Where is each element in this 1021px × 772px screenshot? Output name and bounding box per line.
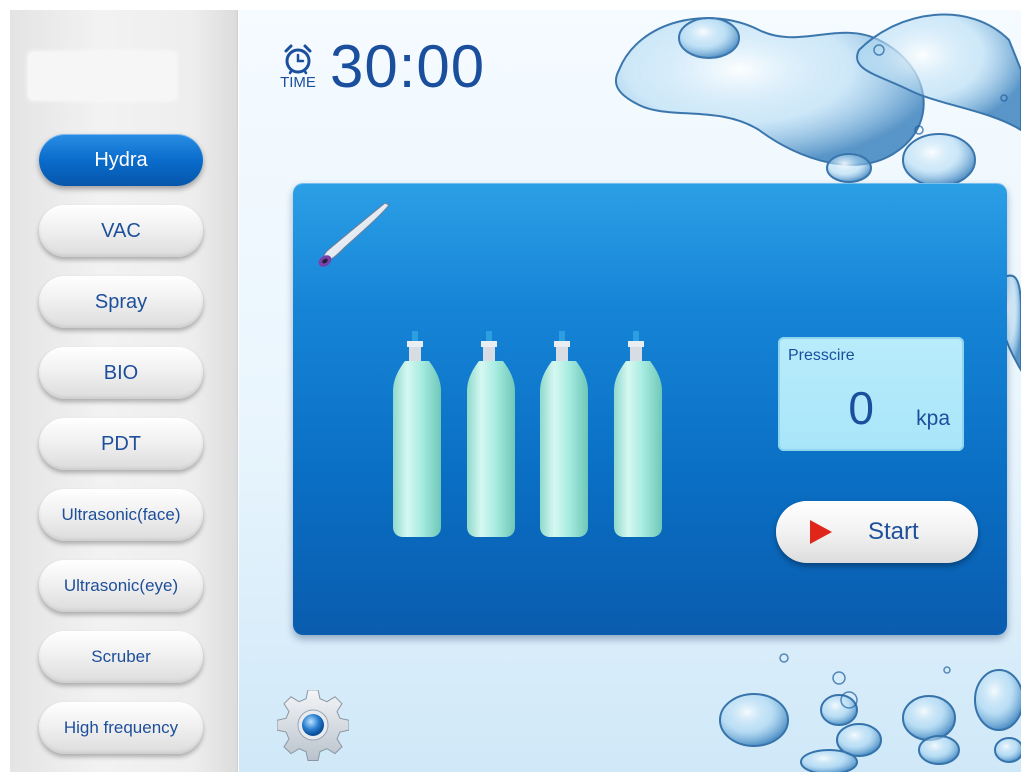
- main-area: TIME 30:00 Presscire 0 kpa Start: [239, 10, 1021, 772]
- solution-bottles: [393, 331, 662, 537]
- app-window: Hydra VAC Spray BIO PDT Ultrasonic(face)…: [10, 10, 1021, 772]
- bottle: [540, 331, 588, 537]
- logo-area: [28, 52, 176, 100]
- mode-button-ultrasonic-face[interactable]: Ultrasonic(face): [39, 489, 203, 541]
- pressure-unit: kpa: [916, 407, 950, 430]
- mode-button-scruber[interactable]: Scruber: [39, 631, 203, 683]
- mode-button-vac[interactable]: VAC: [39, 205, 203, 257]
- mode-button-bio[interactable]: BIO: [39, 347, 203, 399]
- timer-value: 30:00: [330, 33, 486, 100]
- play-icon: [810, 520, 832, 544]
- bottle: [614, 331, 662, 537]
- time-label: TIME: [280, 74, 316, 91]
- pressure-label: Presscire: [788, 347, 855, 364]
- mode-button-ultrasonic-eye[interactable]: Ultrasonic(eye): [39, 560, 203, 612]
- mode-button-pdt[interactable]: PDT: [39, 418, 203, 470]
- mode-button-hydra[interactable]: Hydra: [39, 134, 203, 186]
- pressure-value: 0: [848, 382, 874, 434]
- bottle: [393, 331, 441, 537]
- bottle: [467, 331, 515, 537]
- session-timer: TIME 30:00: [274, 32, 485, 101]
- start-label: Start: [868, 518, 919, 545]
- gear-icon[interactable]: [277, 690, 349, 762]
- mode-button-spray[interactable]: Spray: [39, 276, 203, 328]
- mode-button-high-frequency[interactable]: High frequency: [39, 702, 203, 754]
- start-button[interactable]: Start: [776, 501, 978, 563]
- mode-sidebar: Hydra VAC Spray BIO PDT Ultrasonic(face)…: [10, 10, 238, 772]
- treatment-panel: Presscire 0 kpa Start: [293, 183, 1007, 635]
- alarm-clock-icon: TIME: [274, 42, 322, 91]
- pressure-display: Presscire 0 kpa: [778, 337, 964, 451]
- hydra-wand-icon: [318, 202, 390, 267]
